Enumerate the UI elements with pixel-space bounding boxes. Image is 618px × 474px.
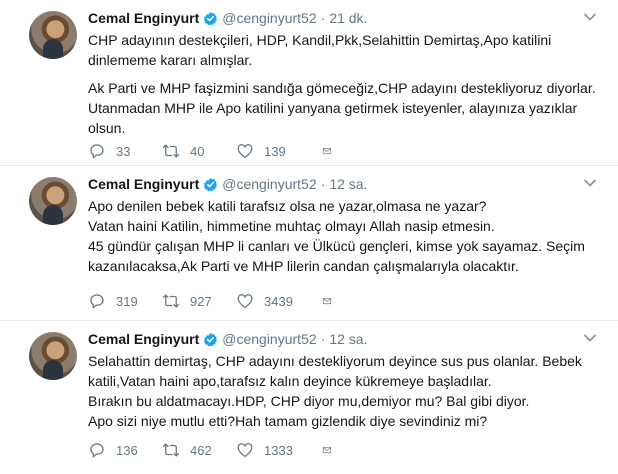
like-count: 1333 bbox=[264, 442, 293, 458]
like-button[interactable]: 139 bbox=[236, 142, 322, 160]
reply-icon bbox=[90, 294, 104, 309]
envelope-icon bbox=[322, 147, 332, 155]
reply-count: 33 bbox=[116, 143, 131, 159]
tweet[interactable]: Cemal Enginyurt @cenginyurt52 · 12 sa. A… bbox=[0, 166, 618, 321]
tweet-text-line: Utanmadan MHP ile Apo katilini yanyana g… bbox=[88, 100, 578, 116]
tweet-actions: 33 40 139 bbox=[88, 142, 342, 160]
tweet-text-line: dinlememe kararı almışlar. bbox=[88, 52, 253, 68]
tweet-text-line: kazanılacaksa,Ak Parti ve MHP lilerin ca… bbox=[88, 258, 519, 274]
timestamp[interactable]: 21 dk. bbox=[329, 10, 367, 26]
tweet-text-line: Ak Parti ve MHP faşizmini sandığa gömece… bbox=[88, 80, 596, 96]
chevron-down-icon[interactable] bbox=[584, 13, 596, 21]
timeline: Cemal Enginyurt @cenginyurt52 · 21 dk. C… bbox=[0, 0, 618, 474]
retweet-icon bbox=[162, 443, 180, 457]
avatar[interactable] bbox=[29, 177, 77, 225]
reply-icon bbox=[90, 443, 104, 458]
tweet-header: Cemal Enginyurt @cenginyurt52 · 12 sa. bbox=[88, 176, 367, 192]
tweet-text-line: olsun. bbox=[88, 120, 126, 136]
direct-message-button[interactable] bbox=[322, 292, 342, 310]
envelope-icon bbox=[322, 446, 332, 454]
tweet-text-line: Selahattin demirtaş, CHP adayını destekl… bbox=[88, 353, 582, 369]
reply-count: 319 bbox=[116, 293, 138, 309]
tweet-text-line: 45 gündür çalışan MHP li canları ve Ülkü… bbox=[88, 238, 585, 254]
tweet-text: CHP adayının destekçileri, HDP, Kandil,P… bbox=[88, 30, 608, 138]
reply-button[interactable]: 136 bbox=[88, 441, 162, 459]
tweet-text-line: Bırakın bu aldatmacayı.HDP, CHP diyor mu… bbox=[88, 393, 530, 409]
tweet-text-line: Apo denilen bebek katili tarafsız olsa n… bbox=[88, 198, 487, 214]
tweet-text-line: CHP adayının destekçileri, HDP, Kandil,P… bbox=[88, 32, 552, 48]
like-button[interactable]: 3439 bbox=[236, 292, 322, 310]
author-handle[interactable]: @cenginyurt52 bbox=[222, 331, 316, 347]
timestamp[interactable]: 12 sa. bbox=[329, 331, 367, 347]
tweet-header: Cemal Enginyurt @cenginyurt52 · 21 dk. bbox=[88, 10, 367, 26]
retweet-count: 462 bbox=[190, 442, 212, 458]
retweet-count: 927 bbox=[190, 293, 212, 309]
separator-dot: · bbox=[320, 331, 326, 347]
tweet[interactable]: Cemal Enginyurt @cenginyurt52 · 12 sa. S… bbox=[0, 321, 618, 474]
author-handle[interactable]: @cenginyurt52 bbox=[222, 176, 316, 192]
retweet-button[interactable]: 462 bbox=[162, 441, 236, 459]
tweet-header: Cemal Enginyurt @cenginyurt52 · 12 sa. bbox=[88, 331, 367, 347]
tweet-text: Apo denilen bebek katili tarafsız olsa n… bbox=[88, 196, 608, 276]
avatar[interactable] bbox=[29, 332, 77, 380]
direct-message-button[interactable] bbox=[322, 142, 342, 160]
heart-icon bbox=[237, 294, 253, 309]
retweet-icon bbox=[162, 294, 180, 308]
tweet-actions: 136 462 1333 bbox=[88, 441, 342, 459]
chevron-down-icon[interactable] bbox=[584, 179, 596, 187]
avatar[interactable] bbox=[29, 11, 77, 59]
reply-icon bbox=[90, 144, 104, 159]
like-count: 139 bbox=[264, 143, 286, 159]
chevron-down-icon[interactable] bbox=[584, 334, 596, 342]
author-name[interactable]: Cemal Enginyurt bbox=[88, 331, 199, 347]
tweet-text: Selahattin demirtaş, CHP adayını destekl… bbox=[88, 351, 608, 431]
tweet-actions: 319 927 3439 bbox=[88, 292, 342, 310]
author-name[interactable]: Cemal Enginyurt bbox=[88, 10, 199, 26]
verified-badge-icon bbox=[203, 11, 218, 25]
like-count: 3439 bbox=[264, 293, 293, 309]
tweet-text-line: katili,Vatan haini apo,tarafsız kalın de… bbox=[88, 373, 492, 389]
retweet-icon bbox=[162, 144, 180, 158]
reply-button[interactable]: 319 bbox=[88, 292, 162, 310]
tweet-text-line: Apo sizi niye mutlu etti?Hah tamam gizle… bbox=[88, 413, 488, 429]
author-name[interactable]: Cemal Enginyurt bbox=[88, 176, 199, 192]
tweet-text-line: Vatan haini Katilin, himmetine muhtaç ol… bbox=[88, 218, 495, 234]
retweet-button[interactable]: 927 bbox=[162, 292, 236, 310]
retweet-count: 40 bbox=[190, 143, 205, 159]
direct-message-button[interactable] bbox=[322, 441, 342, 459]
envelope-icon bbox=[322, 297, 332, 305]
heart-icon bbox=[237, 144, 253, 159]
reply-button[interactable]: 33 bbox=[88, 142, 162, 160]
verified-badge-icon bbox=[203, 177, 218, 191]
reply-count: 136 bbox=[116, 442, 138, 458]
heart-icon bbox=[237, 443, 253, 458]
author-handle[interactable]: @cenginyurt52 bbox=[222, 10, 316, 26]
like-button[interactable]: 1333 bbox=[236, 441, 322, 459]
verified-badge-icon bbox=[203, 332, 218, 346]
separator-dot: · bbox=[320, 176, 326, 192]
retweet-button[interactable]: 40 bbox=[162, 142, 236, 160]
tweet[interactable]: Cemal Enginyurt @cenginyurt52 · 21 dk. C… bbox=[0, 0, 618, 166]
separator-dot: · bbox=[320, 10, 326, 26]
timestamp[interactable]: 12 sa. bbox=[329, 176, 367, 192]
